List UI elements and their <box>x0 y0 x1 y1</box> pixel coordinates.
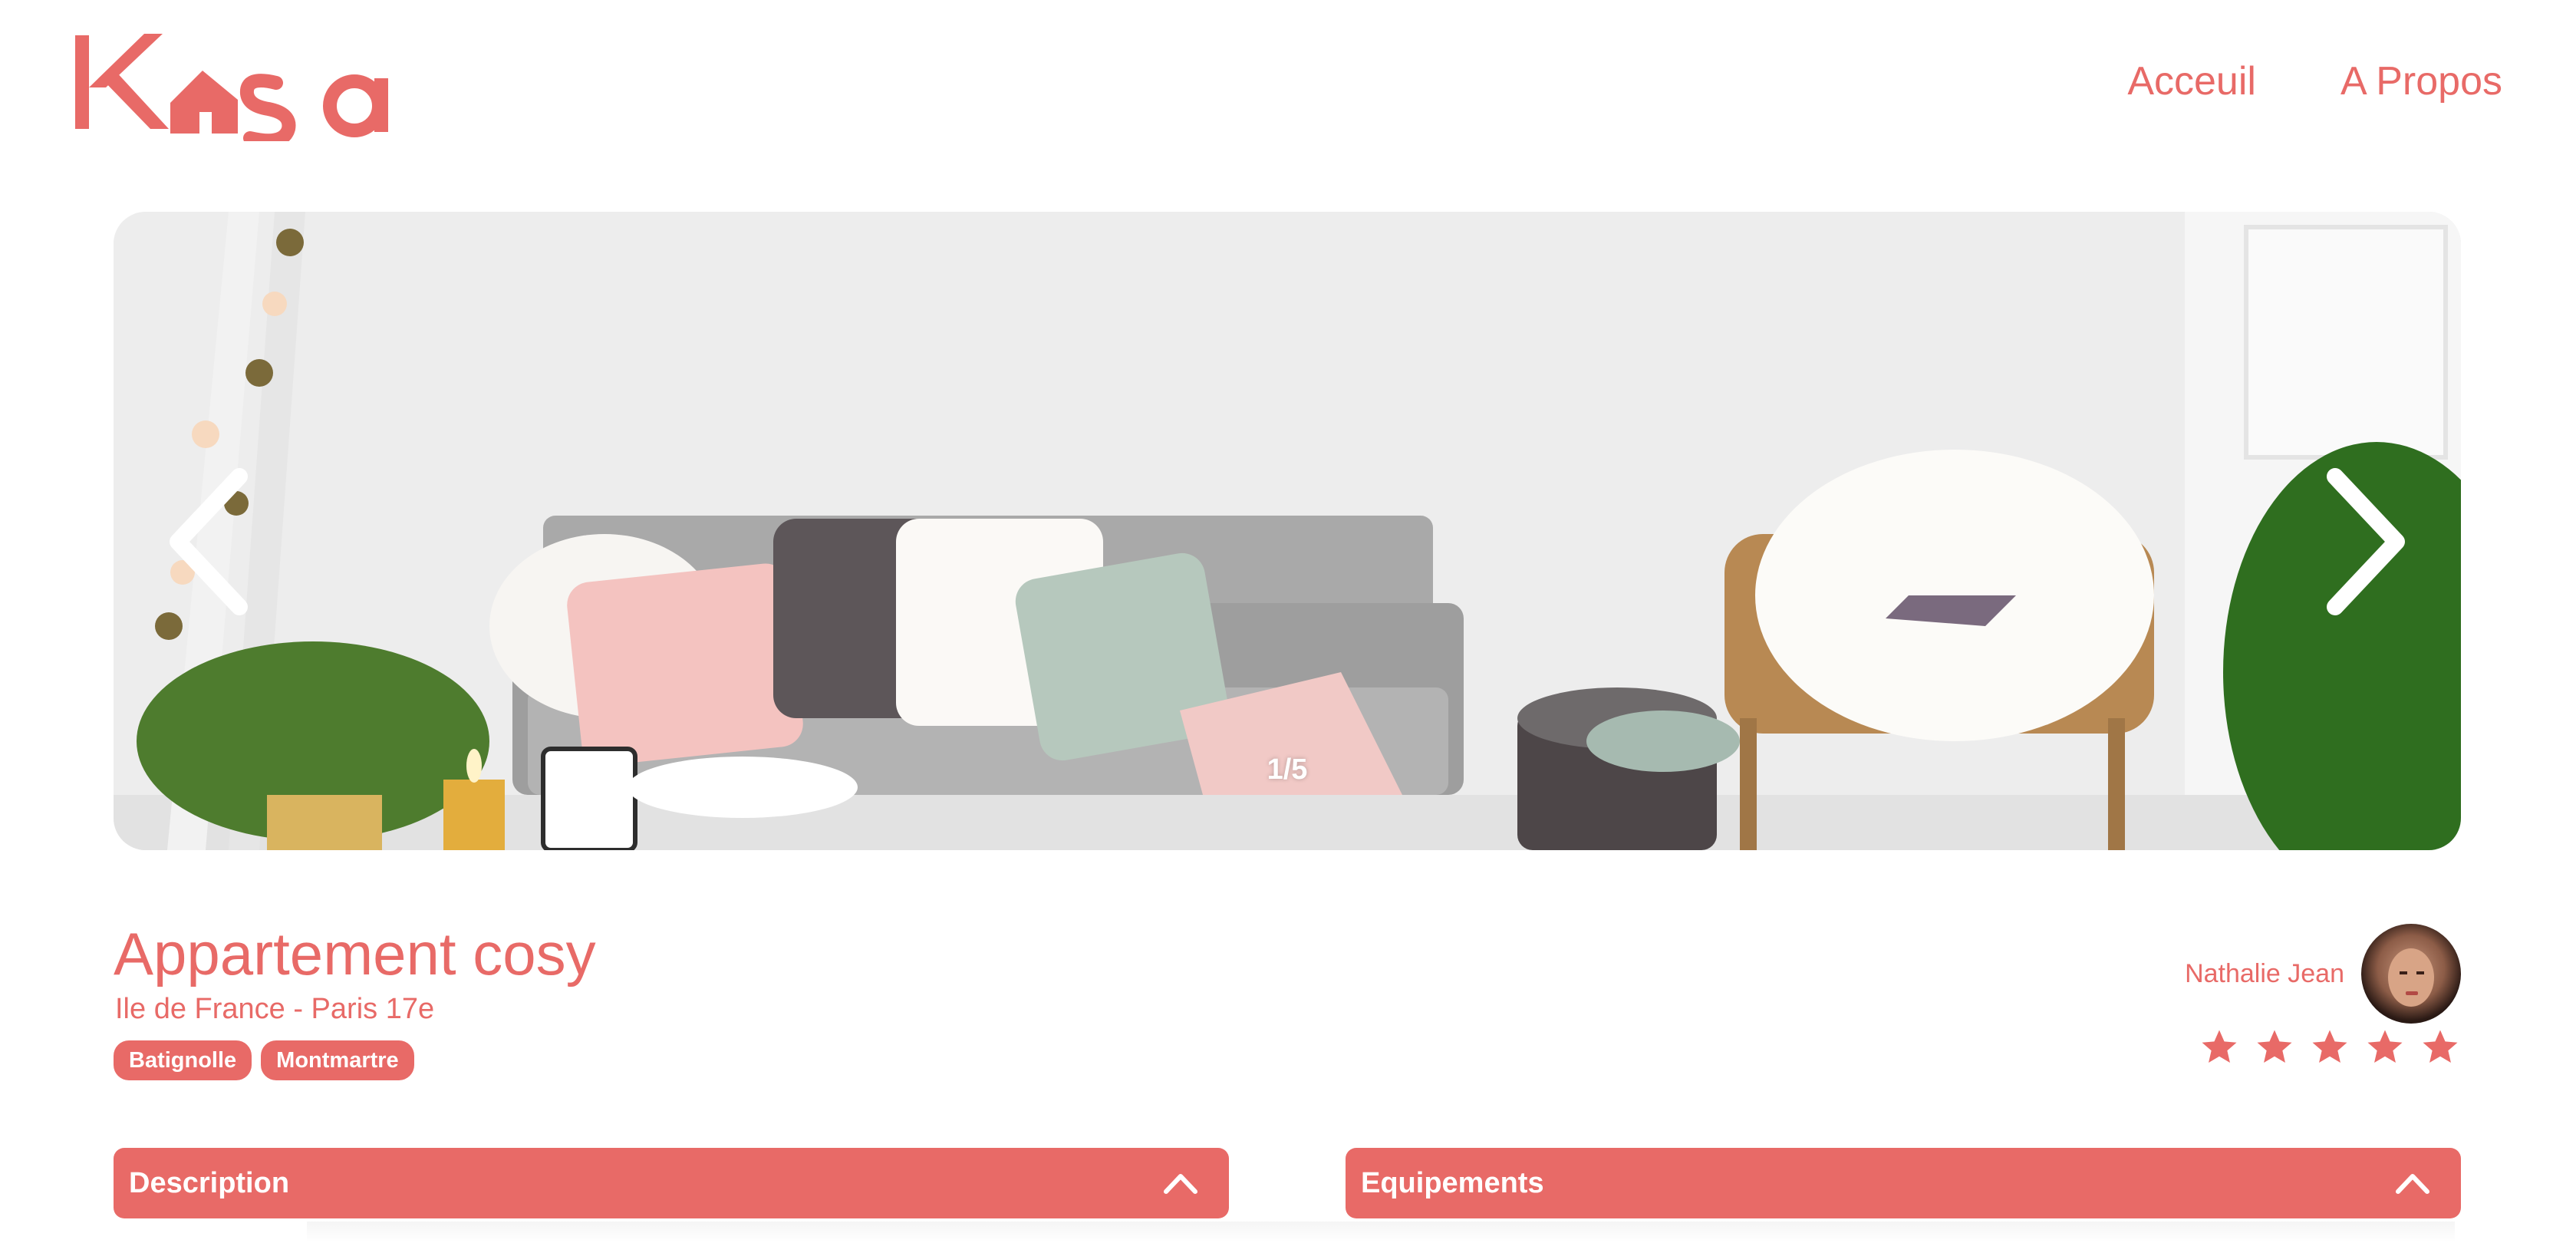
main-nav: Acceuil A Propos <box>2127 58 2502 104</box>
nav-about-link[interactable]: A Propos <box>2340 58 2502 104</box>
nav-home-link[interactable]: Acceuil <box>2127 58 2256 104</box>
description-label: Description <box>129 1166 290 1199</box>
listing-title: Appartement cosy <box>114 920 596 987</box>
listing-location: Ile de France - Paris 17e <box>115 993 435 1025</box>
tag: Batignolle <box>114 1040 252 1080</box>
star-icon <box>2254 1027 2295 1068</box>
tag-list: Batignolle Montmartre <box>114 1040 414 1080</box>
star-icon <box>2309 1027 2350 1068</box>
chevron-up-icon <box>2396 1174 2429 1194</box>
host-rating <box>2199 1027 2461 1068</box>
chevron-right-icon <box>2327 468 2405 615</box>
tag: Montmartre <box>261 1040 414 1080</box>
host-info: Nathalie Jean <box>2185 924 2461 1024</box>
chevron-up-icon <box>1164 1174 1197 1194</box>
star-icon <box>2199 1027 2240 1068</box>
content-shadow <box>307 1222 2455 1243</box>
image-carousel: 1/5 <box>114 212 2461 850</box>
host-avatar <box>2361 924 2461 1024</box>
star-icon <box>2420 1027 2461 1068</box>
star-icon <box>2364 1027 2406 1068</box>
carousel-prev-button[interactable] <box>163 465 255 618</box>
host-name: Nathalie Jean <box>2185 958 2344 988</box>
carousel-counter: 1/5 <box>1267 753 1308 786</box>
description-collapse[interactable]: Description <box>114 1148 1229 1218</box>
carousel-next-button[interactable] <box>2320 465 2412 618</box>
chevron-left-icon <box>170 468 248 615</box>
equipments-collapse[interactable]: Equipements <box>1346 1148 2461 1218</box>
equipments-label: Equipements <box>1361 1166 1544 1199</box>
kasa-logo[interactable] <box>71 26 408 147</box>
